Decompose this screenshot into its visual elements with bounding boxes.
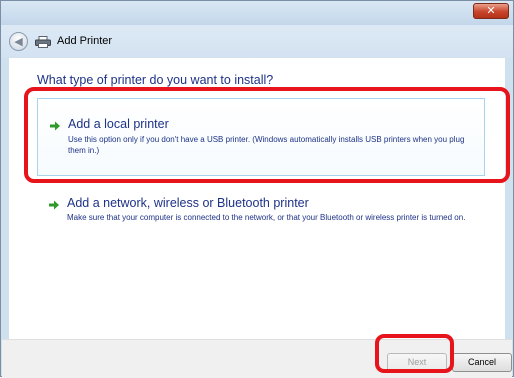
cancel-button[interactable]: Cancel — [452, 353, 512, 372]
printer-icon — [35, 36, 51, 48]
next-button[interactable]: Next — [387, 353, 447, 372]
add-local-printer-option[interactable]: Add a local printer Use this option only… — [37, 98, 485, 176]
add-network-printer-option[interactable]: Add a network, wireless or Bluetooth pri… — [37, 190, 485, 250]
option-description: Make sure that your computer is connecte… — [67, 213, 466, 222]
navigation-bar: ◀ Add Printer — [1, 25, 513, 58]
back-button[interactable]: ◀ — [9, 32, 28, 51]
page-question: What type of printer do you want to inst… — [37, 73, 274, 87]
close-icon: ✕ — [486, 4, 496, 17]
option-title: Add a network, wireless or Bluetooth pri… — [67, 196, 309, 210]
wizard-content: What type of printer do you want to inst… — [9, 58, 505, 339]
add-printer-window: ✕ ◀ Add Printer What type of printer do … — [0, 0, 514, 378]
window-title: Add Printer — [57, 35, 113, 47]
close-button[interactable]: ✕ — [473, 3, 509, 19]
option-title: Add a local printer — [68, 117, 169, 131]
title-bar: ✕ — [1, 1, 513, 25]
green-arrow-icon — [50, 121, 60, 131]
back-arrow-icon: ◀ — [14, 35, 23, 48]
button-bar: Next Cancel — [2, 339, 512, 378]
option-description: Use this option only if you don't have a… — [68, 135, 465, 155]
green-arrow-icon — [49, 200, 59, 210]
